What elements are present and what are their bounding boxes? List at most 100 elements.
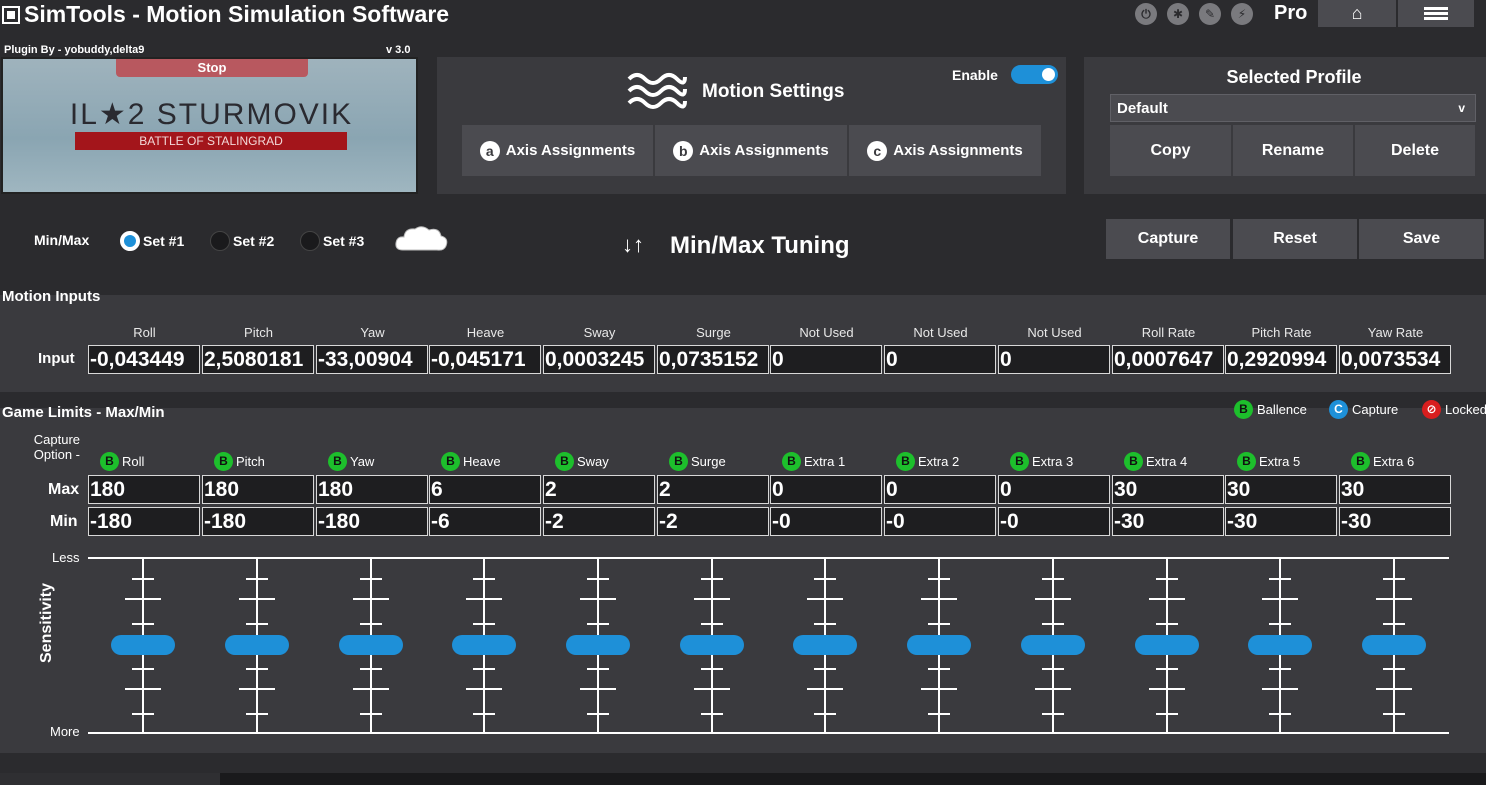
min-row-label: Min bbox=[50, 513, 78, 530]
reset-button[interactable]: Reset bbox=[1233, 219, 1357, 259]
min-limit-input[interactable]: -0 bbox=[770, 507, 882, 536]
min-limit-input[interactable]: -180 bbox=[88, 507, 200, 536]
limit-column-label: Yaw bbox=[350, 454, 375, 469]
min-limit-input[interactable]: -2 bbox=[657, 507, 769, 536]
max-limit-input[interactable]: 0 bbox=[770, 475, 882, 504]
slider-tick bbox=[353, 688, 389, 690]
input-column-header: Yaw bbox=[360, 325, 385, 340]
slider-handle[interactable] bbox=[566, 635, 630, 655]
balance-option-10[interactable]: B Extra 4 bbox=[1124, 452, 1187, 471]
balance-option-6[interactable]: B Surge bbox=[669, 452, 726, 471]
sensitivity-slider[interactable] bbox=[339, 558, 403, 732]
slider-tick bbox=[580, 688, 616, 690]
plugin-icon[interactable]: ⚡ bbox=[1231, 3, 1253, 25]
profile-select[interactable]: Default v bbox=[1110, 94, 1476, 122]
cloud-icon[interactable] bbox=[393, 224, 449, 254]
set-3-radio[interactable]: Set #3 bbox=[300, 231, 364, 251]
balance-option-4[interactable]: B Heave bbox=[441, 452, 501, 471]
max-limit-input[interactable]: 180 bbox=[88, 475, 200, 504]
sensitivity-slider[interactable] bbox=[1021, 558, 1085, 732]
min-limit-input[interactable]: -30 bbox=[1339, 507, 1451, 536]
input-column-header: Not Used bbox=[1027, 325, 1082, 340]
menu-button[interactable] bbox=[1398, 0, 1474, 27]
min-limit-input[interactable]: -180 bbox=[202, 507, 314, 536]
slider-handle[interactable] bbox=[1248, 635, 1312, 655]
sensitivity-slider[interactable] bbox=[452, 558, 516, 732]
min-limit-input[interactable]: -6 bbox=[429, 507, 541, 536]
sensitivity-slider[interactable] bbox=[225, 558, 289, 732]
input-column-header: Pitch Rate bbox=[1251, 325, 1312, 340]
set-2-radio[interactable]: Set #2 bbox=[210, 231, 274, 251]
edit-icon[interactable]: ✎ bbox=[1199, 3, 1221, 25]
max-limit-input[interactable]: 30 bbox=[1225, 475, 1337, 504]
axis-assignments-b-button[interactable]: b Axis Assignments bbox=[655, 125, 847, 176]
balance-option-7[interactable]: B Extra 1 bbox=[782, 452, 845, 471]
min-limit-input[interactable]: -30 bbox=[1225, 507, 1337, 536]
max-limit-input[interactable]: 2 bbox=[657, 475, 769, 504]
capture-button[interactable]: Capture bbox=[1106, 219, 1230, 259]
copy-profile-button[interactable]: Copy bbox=[1110, 125, 1231, 176]
power-icon[interactable]: ⏻ bbox=[1135, 3, 1157, 25]
min-limit-input[interactable]: -0 bbox=[884, 507, 996, 536]
balance-option-3[interactable]: B Yaw bbox=[328, 452, 374, 471]
stop-button[interactable]: Stop bbox=[116, 59, 308, 77]
sensitivity-slider[interactable] bbox=[1135, 558, 1199, 732]
sensitivity-slider[interactable] bbox=[1362, 558, 1426, 732]
slider-handle[interactable] bbox=[680, 635, 744, 655]
slider-handle[interactable] bbox=[793, 635, 857, 655]
sensitivity-slider[interactable] bbox=[680, 558, 744, 732]
min-limit-input[interactable]: -180 bbox=[316, 507, 428, 536]
set-1-radio[interactable]: Set #1 bbox=[120, 231, 184, 251]
slider-tick bbox=[1156, 623, 1178, 625]
sensitivity-slider[interactable] bbox=[907, 558, 971, 732]
balance-option-9[interactable]: B Extra 3 bbox=[1010, 452, 1073, 471]
balance-option-1[interactable]: B Roll bbox=[100, 452, 144, 471]
max-limit-input[interactable]: 6 bbox=[429, 475, 541, 504]
balance-option-2[interactable]: B Pitch bbox=[214, 452, 265, 471]
enable-toggle[interactable] bbox=[1011, 65, 1058, 84]
input-value-field: 0 bbox=[884, 345, 996, 374]
slider-handle[interactable] bbox=[111, 635, 175, 655]
axis-assignments-a-button[interactable]: a Axis Assignments bbox=[462, 125, 653, 176]
home-button[interactable]: ⌂ bbox=[1318, 0, 1396, 27]
max-limit-input[interactable]: 30 bbox=[1112, 475, 1224, 504]
input-column-header: Sway bbox=[583, 325, 616, 340]
sensitivity-slider[interactable] bbox=[566, 558, 630, 732]
min-limit-input[interactable]: -30 bbox=[1112, 507, 1224, 536]
slider-handle[interactable] bbox=[907, 635, 971, 655]
legend-locked-label: Locked bbox=[1445, 402, 1486, 417]
min-limit-input[interactable]: -2 bbox=[543, 507, 655, 536]
more-label: More bbox=[50, 724, 80, 739]
max-limit-input[interactable]: 0 bbox=[998, 475, 1110, 504]
slider-bottom-rail bbox=[88, 732, 1449, 734]
slider-tick bbox=[928, 623, 950, 625]
slider-handle[interactable] bbox=[1362, 635, 1426, 655]
max-limit-input[interactable]: 0 bbox=[884, 475, 996, 504]
settings-gear-icon[interactable]: ✱ bbox=[1167, 3, 1189, 25]
balance-option-8[interactable]: B Extra 2 bbox=[896, 452, 959, 471]
sensitivity-slider[interactable] bbox=[111, 558, 175, 732]
min-limit-input[interactable]: -0 bbox=[998, 507, 1110, 536]
balance-icon: B bbox=[1234, 400, 1253, 419]
max-limit-input[interactable]: 2 bbox=[543, 475, 655, 504]
slider-handle[interactable] bbox=[452, 635, 516, 655]
save-button[interactable]: Save bbox=[1359, 219, 1484, 259]
rename-profile-button[interactable]: Rename bbox=[1233, 125, 1353, 176]
slider-handle[interactable] bbox=[1135, 635, 1199, 655]
sensitivity-slider[interactable] bbox=[1248, 558, 1312, 732]
max-limit-input[interactable]: 180 bbox=[316, 475, 428, 504]
delete-profile-button[interactable]: Delete bbox=[1355, 125, 1475, 176]
sensitivity-slider[interactable] bbox=[793, 558, 857, 732]
max-limit-input[interactable]: 30 bbox=[1339, 475, 1451, 504]
slider-handle[interactable] bbox=[1021, 635, 1085, 655]
slider-tick bbox=[701, 668, 723, 670]
max-limit-input[interactable]: 180 bbox=[202, 475, 314, 504]
slider-handle[interactable] bbox=[339, 635, 403, 655]
slider-handle[interactable] bbox=[225, 635, 289, 655]
chevron-down-icon: v bbox=[1458, 101, 1465, 115]
balance-option-11[interactable]: B Extra 5 bbox=[1237, 452, 1300, 471]
balance-option-12[interactable]: B Extra 6 bbox=[1351, 452, 1414, 471]
balance-option-5[interactable]: B Sway bbox=[555, 452, 609, 471]
axis-assignments-c-button[interactable]: c Axis Assignments bbox=[849, 125, 1041, 176]
max-row-label: Max bbox=[48, 481, 80, 498]
